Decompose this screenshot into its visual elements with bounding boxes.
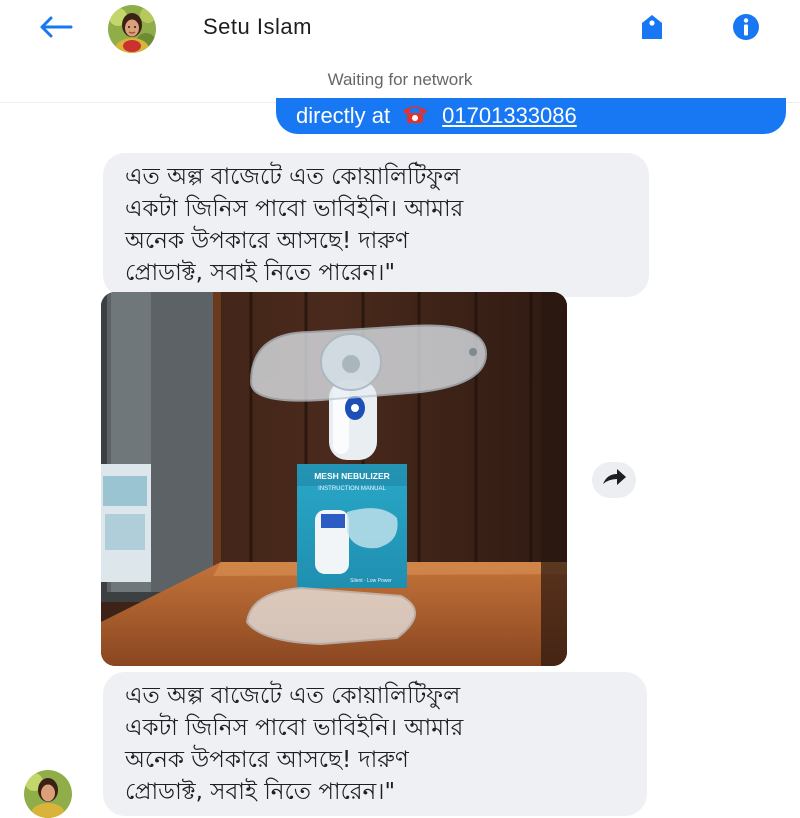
connection-status: Waiting for network (0, 58, 800, 103)
sent-message-text: directly at (296, 103, 391, 128)
box-tagline: Silent · Low Power (350, 578, 392, 584)
message-line: এত অল্প বাজেটে এত কোয়ালিটিফুল (125, 164, 461, 190)
info-icon (730, 11, 762, 47)
received-message-bubble[interactable]: এত অল্প বাজেটে এত কোয়ালিটিফুল একটা জিনি… (103, 153, 649, 297)
message-line: অনেক উপকারে আসছে! দারুণ (125, 228, 409, 254)
sender-avatar[interactable] (24, 770, 72, 818)
telephone-icon (400, 102, 430, 130)
tag-icon (636, 11, 668, 47)
info-button[interactable] (729, 12, 763, 46)
avatar[interactable] (108, 5, 156, 53)
message-line: এত অল্প বাজেটে এত কোয়ালিটিফুল (125, 683, 461, 709)
sent-message-bubble[interactable]: directly at 01701333086 (276, 98, 786, 134)
message-line: অনেক উপকারে আসছে! দারুণ (125, 747, 409, 773)
box-subtitle: INSTRUCTION MANUAL (318, 486, 386, 492)
contact-name[interactable]: Setu Islam (203, 14, 312, 40)
message-line: প্রোডাক্ট, সবাই নিতে পারেন।" (125, 779, 396, 805)
forward-button[interactable] (592, 462, 636, 498)
back-button[interactable] (30, 12, 80, 46)
product-photo[interactable]: MESH NEBULIZER INSTRUCTION MANUAL Silent… (101, 292, 567, 666)
message-line: প্রোডাক্ট, সবাই নিতে পারেন।" (125, 260, 396, 286)
message-line: একটা জিনিস পাবো ভাবিইনি। আমার (125, 196, 464, 222)
message-line: একটা জিনিস পাবো ভাবিইনি। আমার (125, 715, 464, 741)
forward-arrow-icon (601, 468, 627, 492)
box-title: MESH NEBULIZER (314, 471, 390, 481)
tag-button[interactable] (635, 12, 669, 46)
status-text: Waiting for network (327, 70, 473, 89)
chat-header: Setu Islam (0, 0, 800, 58)
arrow-left-icon (37, 15, 73, 43)
received-message-bubble[interactable]: এত অল্প বাজেটে এত কোয়ালিটিফুল একটা জিনি… (103, 672, 647, 816)
phone-link[interactable]: 01701333086 (442, 103, 577, 129)
